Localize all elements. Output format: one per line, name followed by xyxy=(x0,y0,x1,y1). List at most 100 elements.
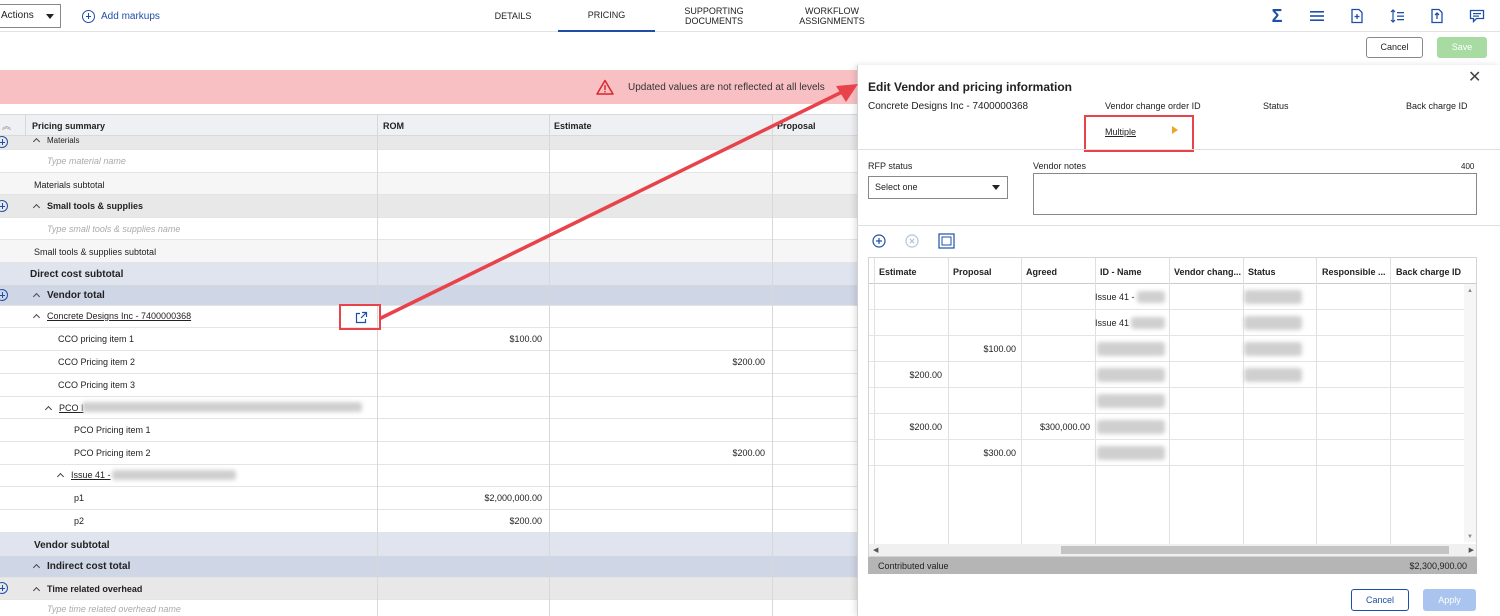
scrollbar-thumb[interactable] xyxy=(1061,546,1449,554)
add-markups-label: Add markups xyxy=(101,10,160,22)
row-cco-item-2[interactable]: CCO Pricing item 2 $200.00 xyxy=(0,351,857,374)
actions-label: Actions xyxy=(1,10,34,21)
estimate-value[interactable]: $200.00 xyxy=(552,448,765,458)
overhead-name-placeholder[interactable]: Type time related overhead name xyxy=(47,604,181,614)
row-overhead-input[interactable]: Type time related overhead name xyxy=(0,600,857,616)
row-cco-item-1[interactable]: CCO pricing item 1 $100.00 xyxy=(0,328,857,351)
fit-columns-icon[interactable] xyxy=(938,233,955,249)
row-vendor-subtotal: Vendor subtotal xyxy=(0,533,857,556)
vendor-change-order-label: Vendor change order ID xyxy=(1105,101,1201,111)
table-row[interactable]: $300.00 xyxy=(869,440,1466,466)
row-cco-item-3[interactable]: CCO Pricing item 3 xyxy=(0,374,857,397)
close-icon[interactable]: ✕ xyxy=(1468,67,1481,87)
id-name-cell: Issue 41 xyxy=(1095,318,1130,328)
table-row[interactable]: $200.00 xyxy=(869,362,1466,388)
redacted-text xyxy=(82,402,362,412)
add-circle-icon[interactable] xyxy=(0,136,8,148)
row-time-related-overhead[interactable]: Time related overhead xyxy=(0,578,857,600)
horizontal-scrollbar[interactable]: ◀ ▶ xyxy=(869,544,1476,556)
table-row[interactable]: $100.00 xyxy=(869,336,1466,362)
tab-details[interactable]: DETAILS xyxy=(478,0,548,32)
add-markups-button[interactable]: Add markups xyxy=(82,8,160,24)
tab-pricing[interactable]: PRICING xyxy=(558,0,655,32)
col-header-estimate[interactable]: Estimate xyxy=(879,267,949,277)
vendor-link[interactable]: Concrete Designs Inc - 7400000368 xyxy=(47,311,191,321)
add-circle-icon[interactable] xyxy=(0,582,8,594)
col-header-responsible[interactable]: Responsible ... xyxy=(1322,267,1388,277)
row-issue[interactable]: Issue 41 - xyxy=(0,465,857,487)
column-header-estimate[interactable]: Estimate xyxy=(554,121,592,131)
warning-text: Updated values are not reflected at all … xyxy=(628,82,825,93)
caret-down-icon xyxy=(46,14,54,19)
column-header-pricing-summary[interactable]: Pricing summary xyxy=(32,121,105,131)
estimate-value[interactable]: $200.00 xyxy=(552,357,765,367)
row-label: Concrete Designs Inc - 7400000368 xyxy=(32,311,191,322)
row-small-tools[interactable]: Small tools & supplies xyxy=(0,195,857,218)
play-triangle-icon[interactable] xyxy=(1172,126,1178,134)
tab-supporting-documents[interactable]: SUPPORTING DOCUMENTS xyxy=(672,0,756,32)
row-materials[interactable]: Materials xyxy=(0,136,857,150)
column-header-proposal[interactable]: Proposal xyxy=(777,121,816,131)
row-label: CCO pricing item 1 xyxy=(58,334,135,344)
column-header-rom[interactable]: ROM xyxy=(383,121,404,131)
panel-apply-button[interactable]: Apply xyxy=(1423,589,1476,611)
collapse-all-icon[interactable]: ︽ xyxy=(2,119,11,132)
col-header-status[interactable]: Status xyxy=(1248,267,1318,277)
row-p2[interactable]: p2 $200.00 xyxy=(0,510,857,533)
row-pco[interactable]: PCO I xyxy=(0,397,857,419)
material-name-placeholder[interactable]: Type material name xyxy=(47,156,126,166)
rom-value[interactable]: $2,000,000.00 xyxy=(380,493,542,503)
scroll-right-icon[interactable]: ▶ xyxy=(1469,546,1474,554)
document-add-icon[interactable] xyxy=(1349,8,1365,24)
row-vendor-total[interactable]: Vendor total xyxy=(0,285,857,306)
table-row[interactable] xyxy=(869,388,1466,414)
add-circle-icon[interactable] xyxy=(0,289,8,301)
row-label: PCO Pricing item 1 xyxy=(74,425,151,435)
list-icon[interactable] xyxy=(1309,8,1325,24)
small-tools-name-placeholder[interactable]: Type small tools & supplies name xyxy=(47,224,180,234)
multiple-link[interactable]: Multiple xyxy=(1105,127,1136,137)
chevron-up-icon xyxy=(32,563,41,572)
edit-external-icon[interactable] xyxy=(355,311,368,324)
pco-link[interactable]: PCO I xyxy=(59,403,84,413)
col-header-vendor-change[interactable]: Vendor chang... xyxy=(1174,267,1242,277)
row-small-tools-input[interactable]: Type small tools & supplies name xyxy=(0,218,857,240)
sigma-icon[interactable]: Σ xyxy=(1269,7,1285,25)
cancel-button[interactable]: Cancel xyxy=(1366,37,1423,58)
row-pco-item-2[interactable]: PCO Pricing item 2 $200.00 xyxy=(0,442,857,465)
tab-workflow-assignments[interactable]: WORKFLOW ASSIGNMENTS xyxy=(790,0,874,32)
status-label: Status xyxy=(1263,101,1289,111)
document-export-icon[interactable] xyxy=(1429,8,1445,24)
panel-vendor-name: Concrete Designs Inc - 7400000368 xyxy=(868,101,1029,112)
rfp-status-select[interactable]: Select one xyxy=(868,176,1008,199)
remove-row-icon[interactable] xyxy=(905,234,919,248)
row-vendor[interactable]: Concrete Designs Inc - 7400000368 xyxy=(0,306,857,328)
vendor-notes-label: Vendor notes xyxy=(1033,161,1087,171)
rom-value[interactable]: $100.00 xyxy=(380,334,542,344)
scroll-left-icon[interactable]: ◀ xyxy=(873,546,878,554)
col-header-proposal[interactable]: Proposal xyxy=(953,267,1023,277)
comment-icon[interactable] xyxy=(1469,8,1485,24)
col-header-id-name[interactable]: ID - Name xyxy=(1100,267,1170,277)
row-p1[interactable]: p1 $2,000,000.00 xyxy=(0,487,857,510)
add-circle-icon[interactable] xyxy=(0,200,8,212)
panel-cancel-button[interactable]: Cancel xyxy=(1351,589,1409,611)
row-material-input[interactable]: Type material name xyxy=(0,150,857,173)
rom-value[interactable]: $200.00 xyxy=(380,516,542,526)
table-row[interactable]: $200.00 $300,000.00 xyxy=(869,414,1466,440)
table-row[interactable]: Issue 41 - xyxy=(869,284,1466,310)
row-indirect-cost-total[interactable]: Indirect cost total xyxy=(0,556,857,578)
save-button[interactable]: Save xyxy=(1437,37,1487,58)
sort-icon[interactable] xyxy=(1389,8,1405,24)
issue-link[interactable]: Issue 41 - xyxy=(71,470,111,480)
vendor-notes-textarea[interactable] xyxy=(1033,173,1477,215)
vertical-scrollbar[interactable]: ▲ ▼ xyxy=(1464,284,1476,542)
actions-dropdown[interactable]: Actions xyxy=(0,4,61,28)
scroll-up-icon[interactable]: ▲ xyxy=(1467,288,1473,294)
row-pco-item-1[interactable]: PCO Pricing item 1 xyxy=(0,419,857,442)
col-header-agreed[interactable]: Agreed xyxy=(1026,267,1096,277)
col-header-back-charge[interactable]: Back charge ID xyxy=(1396,267,1466,277)
scroll-down-icon[interactable]: ▼ xyxy=(1467,534,1473,540)
add-row-icon[interactable] xyxy=(872,234,886,248)
table-row[interactable]: Issue 41 xyxy=(869,310,1466,336)
